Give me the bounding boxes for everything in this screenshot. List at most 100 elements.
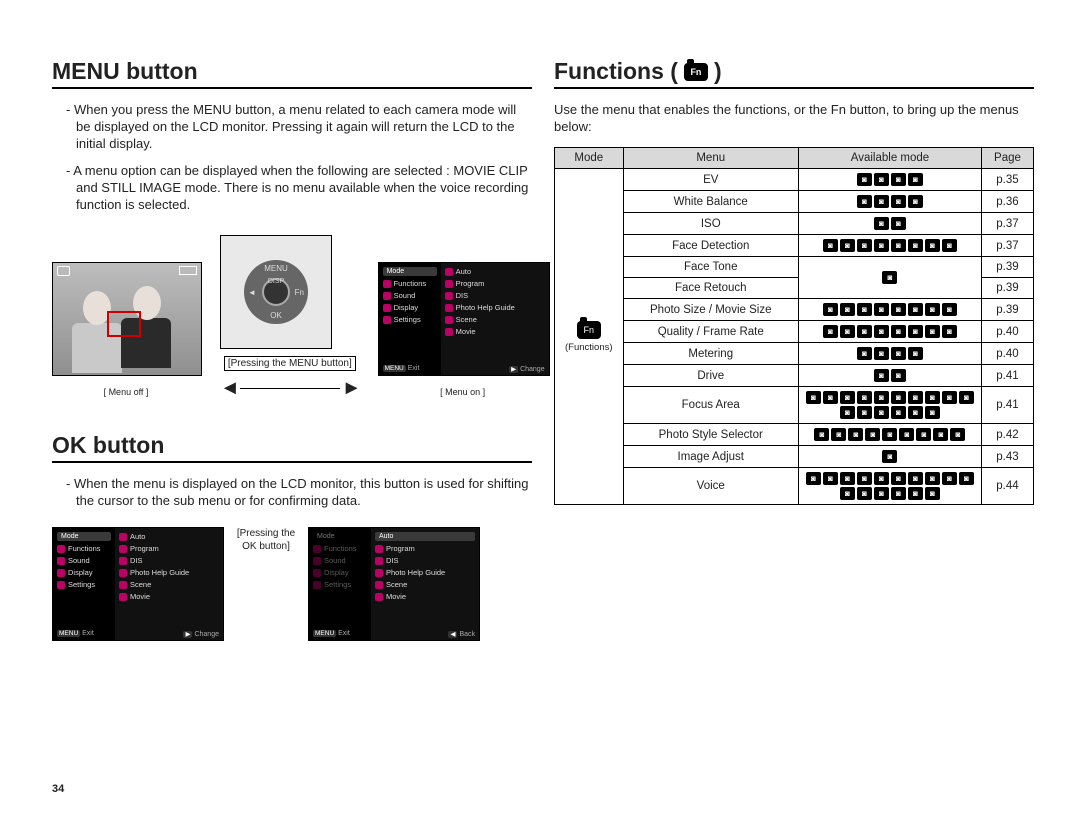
mode-icon: ◙: [908, 303, 923, 316]
available-mode-cell: ◙◙◙◙: [798, 343, 981, 365]
page-cell: p.44: [981, 468, 1033, 505]
mode-icon: ◙: [891, 325, 906, 338]
mode-icon: ◙: [942, 239, 957, 252]
mode-icon: ◙: [925, 325, 940, 338]
mode-icon: ◙: [814, 428, 829, 441]
mode-icon: ◙: [882, 271, 897, 284]
menu-cell: Face Retouch: [623, 278, 798, 299]
mode-icon: ◙: [874, 391, 889, 404]
mode-icon: ◙: [857, 303, 872, 316]
mode-icon: ◙: [857, 487, 872, 500]
page-number: 34: [52, 783, 64, 795]
mode-icon: ◙: [925, 303, 940, 316]
table-row: Fn(Functions)EV◙◙◙◙p.35: [555, 169, 1034, 191]
mode-icon: ◙: [874, 195, 889, 208]
menu-button-figures: [ Menu off ] MENU DISP OK ◄ Fn [Pressing…: [52, 235, 532, 400]
page-cell: p.39: [981, 257, 1033, 278]
mode-icon: ◙: [891, 303, 906, 316]
ok-screen-after: Mode Functions Sound Display Settings Au…: [308, 527, 480, 641]
mode-icon: ◙: [908, 173, 923, 186]
mode-icon: ◙: [942, 472, 957, 485]
page-cell: p.40: [981, 321, 1033, 343]
page-cell: p.37: [981, 213, 1033, 235]
battery-icon: [179, 266, 197, 275]
af-frame-icon: [107, 311, 141, 337]
menu-cell: Focus Area: [623, 387, 798, 424]
menu-cell: Voice: [623, 468, 798, 505]
available-mode-cell: ◙◙◙◙: [798, 191, 981, 213]
mode-icon: ◙: [925, 406, 940, 419]
page-cell: p.35: [981, 169, 1033, 191]
mode-icon: ◙: [857, 347, 872, 360]
mode-icon: ◙: [840, 406, 855, 419]
mode-icon: ◙: [806, 472, 821, 485]
menu-cell: Metering: [623, 343, 798, 365]
available-mode-cell: ◙◙: [798, 365, 981, 387]
page-cell: p.42: [981, 424, 1033, 446]
mode-icon: ◙: [857, 173, 872, 186]
camera-mode-icon: [57, 266, 70, 276]
mode-icon: ◙: [925, 487, 940, 500]
mode-icon: ◙: [840, 239, 855, 252]
camera-back-figure: MENU DISP OK ◄ Fn [Pressing the MENU but…: [220, 235, 360, 400]
table-header-row: Mode Menu Available mode Page: [555, 148, 1034, 169]
mode-icon: ◙: [823, 472, 838, 485]
page-cell: p.39: [981, 278, 1033, 299]
table-row: Image Adjust◙p.43: [555, 446, 1034, 468]
available-mode-cell: ◙: [798, 257, 981, 299]
mode-icon: ◙: [925, 472, 940, 485]
mode-icon: ◙: [874, 303, 889, 316]
menu-button-heading: MENU button: [52, 58, 532, 89]
mode-icon: ◙: [908, 195, 923, 208]
mode-icon: ◙: [891, 406, 906, 419]
table-row: Face Detection◙◙◙◙◙◙◙◙p.37: [555, 235, 1034, 257]
menu-cell: White Balance: [623, 191, 798, 213]
mode-icon: ◙: [831, 428, 846, 441]
table-row: Drive◙◙p.41: [555, 365, 1034, 387]
mode-icon: ◙: [891, 369, 906, 382]
mode-icon: ◙: [874, 369, 889, 382]
menu-paragraph-1: When you press the MENU button, a menu r…: [76, 101, 532, 152]
mode-icon: ◙: [925, 239, 940, 252]
mode-icon: ◙: [840, 472, 855, 485]
available-mode-cell: ◙: [798, 446, 981, 468]
ok-button-figures: Mode Functions Sound Display Settings Au…: [52, 527, 532, 641]
mode-icon: ◙: [857, 472, 872, 485]
mode-icon: ◙: [933, 428, 948, 441]
mode-icon: ◙: [865, 428, 880, 441]
available-mode-cell: ◙◙◙◙◙◙◙◙: [798, 299, 981, 321]
mode-icon: ◙: [908, 406, 923, 419]
mode-icon: ◙: [959, 472, 974, 485]
mode-icon: ◙: [874, 325, 889, 338]
mode-icon: ◙: [874, 217, 889, 230]
mode-icon: ◙: [908, 239, 923, 252]
table-row: Photo Size / Movie Size◙◙◙◙◙◙◙◙p.39: [555, 299, 1034, 321]
mode-icon: ◙: [857, 195, 872, 208]
page-cell: p.41: [981, 365, 1033, 387]
available-mode-cell: ◙◙◙◙◙◙◙◙: [798, 321, 981, 343]
mode-icon: ◙: [908, 487, 923, 500]
mode-icon: ◙: [950, 428, 965, 441]
available-mode-cell: ◙◙◙◙◙◙◙◙◙◙◙◙◙◙◙◙: [798, 387, 981, 424]
mode-icon: ◙: [857, 391, 872, 404]
page-cell: p.39: [981, 299, 1033, 321]
menu-cell: Face Tone: [623, 257, 798, 278]
available-mode-cell: ◙◙◙◙◙◙◙◙: [798, 235, 981, 257]
caption-pressing-menu: [Pressing the MENU button]: [224, 356, 356, 371]
mode-icon: ◙: [874, 406, 889, 419]
functions-intro: Use the menu that enables the functions,…: [554, 101, 1034, 135]
double-arrow-icon: [220, 377, 360, 400]
menu-cell: Quality / Frame Rate: [623, 321, 798, 343]
mode-icon: ◙: [908, 391, 923, 404]
mode-icon: ◙: [874, 347, 889, 360]
mode-icon: ◙: [891, 239, 906, 252]
functions-table: Mode Menu Available mode Page Fn(Functio…: [554, 147, 1034, 505]
ok-paragraph: When the menu is displayed on the LCD mo…: [76, 475, 532, 509]
mode-icon: ◙: [823, 303, 838, 316]
mode-icon: ◙: [857, 239, 872, 252]
mode-icon: ◙: [942, 325, 957, 338]
mode-icon: ◙: [959, 391, 974, 404]
page-cell: p.40: [981, 343, 1033, 365]
mode-icon: ◙: [891, 173, 906, 186]
page-cell: p.41: [981, 387, 1033, 424]
